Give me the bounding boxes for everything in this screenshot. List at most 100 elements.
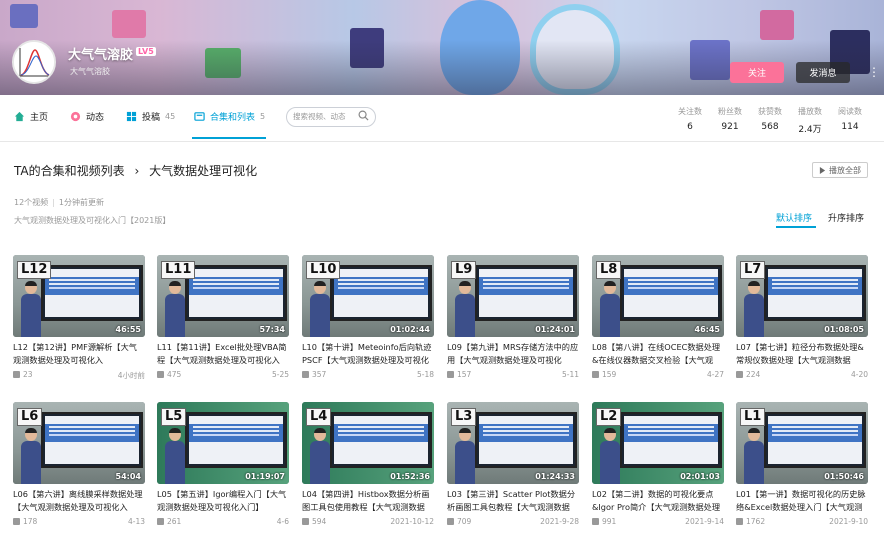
lecture-number: L8	[596, 261, 622, 279]
video-card[interactable]: L3 01:24:33 L03【第三讲】Scatter Plot数据分析画图工具包教…	[447, 402, 579, 542]
video-grid: L12 46:55 L12【第12讲】PMF源解析【大气观测数据处理及可视化入 23 4…	[0, 0, 884, 549]
presenter-figure	[455, 281, 475, 337]
video-thumbnail[interactable]: L3 01:24:33	[447, 402, 579, 484]
presenter-figure	[165, 428, 185, 484]
presenter-figure	[21, 428, 41, 484]
lecture-number: L9	[451, 261, 477, 279]
video-card[interactable]: L10 01:02:44 L10【第十讲】Meteoinfo后向轨迹PSCF【大气观…	[302, 255, 434, 395]
video-thumbnail[interactable]: L9 01:24:01	[447, 255, 579, 337]
play-count: 991	[602, 517, 617, 526]
video-thumbnail[interactable]: L1 01:50:46	[736, 402, 868, 484]
video-card[interactable]: L6 54:04 L06【第六讲】离线膜采样数据处理【大气观测数据处理及可视化入 17…	[13, 402, 145, 542]
video-title[interactable]: L09【第九讲】MRS存储方法中的应用【大气观测数据处理及可视化	[447, 341, 579, 367]
video-title[interactable]: L05【第五讲】Igor编程入门【大气观测数据处理及可视化入门】	[157, 488, 289, 514]
upload-date: 4-27	[706, 370, 724, 379]
video-duration: 01:24:01	[535, 325, 575, 334]
video-thumbnail[interactable]: L5 01:19:07	[157, 402, 289, 484]
play-count: 23	[23, 370, 33, 379]
upload-date: 4-20	[850, 370, 868, 379]
play-count-icon	[302, 371, 309, 378]
lecture-number: L10	[306, 261, 341, 279]
play-count: 475	[167, 370, 182, 379]
presenter-figure	[600, 428, 620, 484]
video-title[interactable]: L04【第四讲】Histbox数据分析画图工具包使用教程【大气观测数据	[302, 488, 434, 514]
play-count: 357	[312, 370, 327, 379]
video-thumbnail[interactable]: L4 01:52:36	[302, 402, 434, 484]
video-meta: 991 2021-9-14	[592, 517, 724, 526]
lecture-number: L5	[161, 408, 187, 426]
play-count: 178	[23, 517, 38, 526]
upload-date: 2021-9-10	[829, 517, 868, 526]
video-card[interactable]: L4 01:52:36 L04【第四讲】Histbox数据分析画图工具包使用教程【大…	[302, 402, 434, 542]
video-title[interactable]: L06【第六讲】离线膜采样数据处理【大气观测数据处理及可视化入	[13, 488, 145, 514]
video-duration: 46:45	[694, 325, 720, 334]
presenter-figure	[21, 281, 41, 337]
video-thumbnail[interactable]: L6 54:04	[13, 402, 145, 484]
play-count: 157	[457, 370, 472, 379]
lecture-number: L12	[17, 261, 52, 279]
video-title[interactable]: L12【第12讲】PMF源解析【大气观测数据处理及可视化入	[13, 341, 145, 367]
lecture-number: L7	[740, 261, 766, 279]
video-thumbnail[interactable]: L12 46:55	[13, 255, 145, 337]
video-thumbnail[interactable]: L11 57:34	[157, 255, 289, 337]
upload-date: 5-11	[561, 370, 579, 379]
video-title[interactable]: L08【第八讲】在线OCEC数据处理&在线仪器数据交叉检验【大气观	[592, 341, 724, 367]
play-count-icon	[447, 371, 454, 378]
video-meta: 709 2021-9-28	[447, 517, 579, 526]
presenter-figure	[310, 281, 330, 337]
video-duration: 01:52:36	[390, 472, 430, 481]
video-card[interactable]: L1 01:50:46 L01【第一讲】数据可视化的历史脉络&Excel数据处理入门…	[736, 402, 868, 542]
video-duration: 57:34	[259, 325, 285, 334]
video-card[interactable]: L7 01:08:05 L07【第七讲】粒径分布数据处理&常规仪数据处理【大气观测数…	[736, 255, 868, 395]
lecture-number: L2	[596, 408, 622, 426]
play-count-icon	[157, 371, 164, 378]
video-card[interactable]: L11 57:34 L11【第11讲】Excel批处理VBA简程【大气观测数据处理及…	[157, 255, 289, 395]
presenter-figure	[744, 428, 764, 484]
video-duration: 01:08:05	[824, 325, 864, 334]
play-count-icon	[736, 371, 743, 378]
play-count: 159	[602, 370, 617, 379]
upload-date: 2021-9-14	[685, 517, 724, 526]
video-duration: 01:50:46	[824, 472, 864, 481]
play-count-icon	[302, 518, 309, 525]
upload-date: 2021-10-12	[390, 517, 434, 526]
video-meta: 475 5-25	[157, 370, 289, 379]
play-count-icon	[13, 371, 20, 378]
video-card[interactable]: L2 02:01:03 L02【第二讲】数据的可视化要点&Igor Pro简介【大气…	[592, 402, 724, 542]
video-title[interactable]: L03【第三讲】Scatter Plot数据分析画图工具包教程【大气观测数据	[447, 488, 579, 514]
play-count-icon	[13, 518, 20, 525]
presenter-figure	[600, 281, 620, 337]
lecture-number: L3	[451, 408, 477, 426]
video-title[interactable]: L01【第一讲】数据可视化的历史脉络&Excel数据处理入门【大气观测	[736, 488, 868, 514]
video-thumbnail[interactable]: L10 01:02:44	[302, 255, 434, 337]
video-card[interactable]: L8 46:45 L08【第八讲】在线OCEC数据处理&在线仪器数据交叉检验【大气观…	[592, 255, 724, 395]
presenter-figure	[744, 281, 764, 337]
play-count-icon	[592, 371, 599, 378]
video-title[interactable]: L07【第七讲】粒径分布数据处理&常规仪数据处理【大气观测数据	[736, 341, 868, 367]
video-title[interactable]: L10【第十讲】Meteoinfo后向轨迹PSCF【大气观测数据处理及可视化	[302, 341, 434, 367]
video-card[interactable]: L5 01:19:07 L05【第五讲】Igor编程入门【大气观测数据处理及可视化入…	[157, 402, 289, 542]
play-count: 1762	[746, 517, 766, 526]
video-thumbnail[interactable]: L2 02:01:03	[592, 402, 724, 484]
video-duration: 01:02:44	[390, 325, 430, 334]
play-count-icon	[736, 518, 743, 525]
video-title[interactable]: L11【第11讲】Excel批处理VBA简程【大气观测数据处理及可视化入	[157, 341, 289, 367]
video-duration: 54:04	[115, 472, 141, 481]
video-duration: 02:01:03	[680, 472, 720, 481]
video-thumbnail[interactable]: L7 01:08:05	[736, 255, 868, 337]
video-meta: 594 2021-10-12	[302, 517, 434, 526]
upload-date: 4-13	[127, 517, 145, 526]
upload-date: 5-25	[271, 370, 289, 379]
video-title[interactable]: L02【第二讲】数据的可视化要点&Igor Pro简介【大气观测数据处理	[592, 488, 724, 514]
play-count: 261	[167, 517, 182, 526]
video-meta: 178 4-13	[13, 517, 145, 526]
video-meta: 357 5-18	[302, 370, 434, 379]
upload-date: 5-18	[416, 370, 434, 379]
lecture-number: L11	[161, 261, 196, 279]
video-card[interactable]: L12 46:55 L12【第12讲】PMF源解析【大气观测数据处理及可视化入 23 4…	[13, 255, 145, 395]
video-card[interactable]: L9 01:24:01 L09【第九讲】MRS存储方法中的应用【大气观测数据处理及可…	[447, 255, 579, 395]
play-count: 709	[457, 517, 472, 526]
video-thumbnail[interactable]: L8 46:45	[592, 255, 724, 337]
lecture-number: L1	[740, 408, 766, 426]
video-duration: 01:24:33	[535, 472, 575, 481]
